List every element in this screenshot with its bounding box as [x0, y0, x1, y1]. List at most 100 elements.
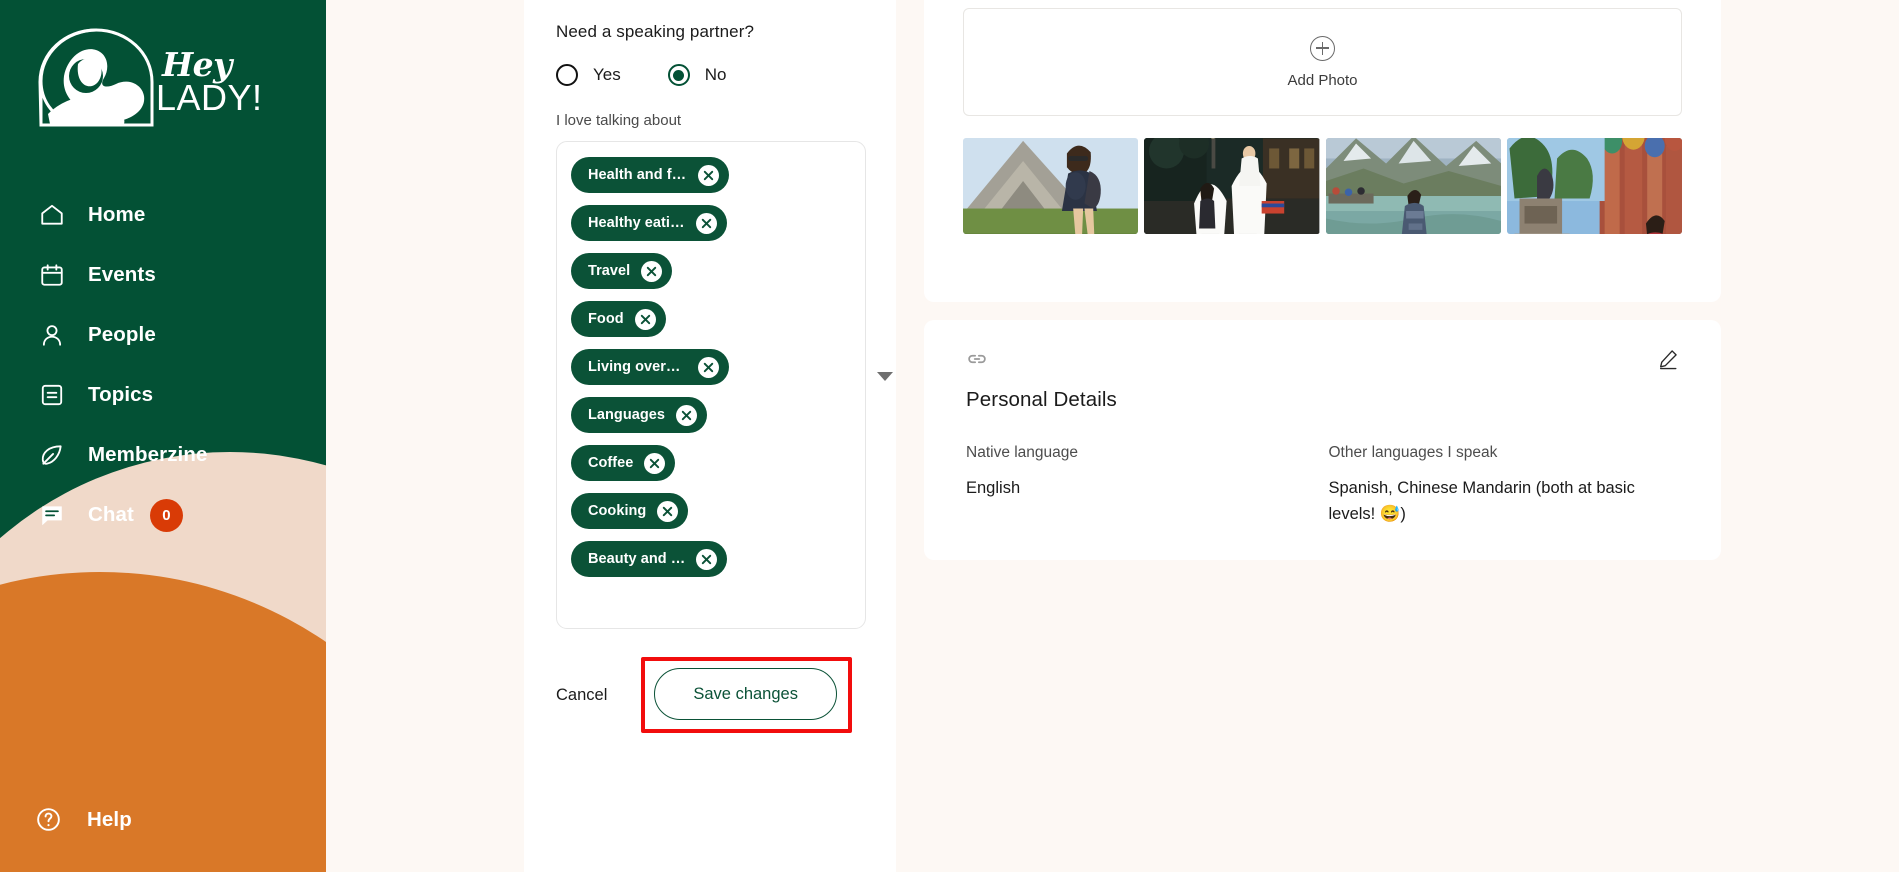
add-photo-button[interactable]: Add Photo: [963, 8, 1682, 116]
detail-label: Other languages I speak: [1328, 444, 1498, 461]
sidebar-item-label: Events: [88, 263, 156, 286]
radio-label: Yes: [593, 65, 621, 84]
list-document-icon: [37, 381, 66, 410]
photo-thumbnail[interactable]: [1144, 138, 1320, 234]
topic-tag-label: Cooking: [588, 503, 647, 519]
sidebar-nav: Home Events People Topics Memberzine Cha…: [0, 190, 326, 540]
speaking-partner-question: Need a speaking partner?: [556, 22, 755, 41]
close-circle-icon[interactable]: [698, 356, 719, 378]
brand-name-script: Hey: [162, 45, 232, 84]
app-root: Hey LADY! Home Events People Topics Memb…: [0, 0, 1899, 872]
brand-name-block: LADY!: [156, 77, 263, 119]
topic-tag[interactable]: Food: [571, 301, 666, 337]
woman-in-front-of-mayan-pyramid: [963, 138, 1139, 234]
sidebar-item-help[interactable]: Help: [0, 805, 132, 834]
profile-edit-form: Need a speaking partner? Yes No I love t…: [524, 0, 896, 872]
radio-option-no[interactable]: No: [667, 64, 727, 86]
close-circle-icon[interactable]: [698, 164, 719, 186]
topic-tag[interactable]: Languages: [571, 397, 707, 433]
calendar-icon: [37, 261, 66, 290]
chat-bubble-icon: [37, 501, 66, 530]
detail-value: Spanish, Chinese Mandarin (both at basic…: [1328, 479, 1635, 523]
sidebar-item-memberzine[interactable]: Memberzine: [0, 430, 326, 480]
radio-label: No: [704, 65, 727, 84]
topic-tag-label: Living overs…: [588, 359, 687, 375]
personal-details-card: Personal Details Native language English…: [924, 320, 1721, 560]
saint-basils-cathedral-moscow: [1506, 138, 1682, 234]
save-button-highlight: Save changes: [641, 657, 852, 733]
topic-tag[interactable]: Beauty and …: [571, 541, 728, 577]
sidebar-item-home[interactable]: Home: [0, 190, 326, 240]
topic-tag-label: Food: [588, 311, 624, 327]
photo-thumbnail[interactable]: [1506, 138, 1682, 234]
person-icon: [37, 321, 66, 350]
profile-preview-panel: Add Photo Personal Details Native langua…: [896, 0, 1899, 872]
close-circle-icon[interactable]: [696, 548, 718, 570]
woman-silhouette-logo-icon: [38, 28, 154, 127]
topic-tag-label: Languages: [588, 407, 665, 423]
plus-circle-icon: [1310, 35, 1335, 61]
topic-tag-label: Health and fi…: [588, 167, 687, 183]
save-changes-button[interactable]: Save changes: [654, 668, 837, 720]
photos-card: Add Photo: [924, 0, 1721, 302]
sidebar-item-topics[interactable]: Topics: [0, 370, 326, 420]
topics-tags-container[interactable]: Health and fi… Healthy eati… Travel Food…: [556, 141, 893, 629]
brand-wordmark: Hey LADY!: [156, 26, 263, 119]
close-circle-icon[interactable]: [634, 308, 656, 330]
topics-tags-list: Health and fi… Healthy eati… Travel Food…: [571, 157, 851, 577]
caret-down-icon[interactable]: [877, 372, 893, 381]
radio-circle-icon: [556, 64, 578, 86]
personal-details-title: Personal Details: [966, 388, 1117, 411]
brand-logo[interactable]: Hey LADY!: [0, 0, 326, 160]
close-circle-icon[interactable]: [644, 452, 666, 474]
close-circle-icon[interactable]: [657, 500, 679, 522]
close-circle-icon[interactable]: [695, 212, 717, 234]
woman-at-mountain-glacier-lake: [1325, 138, 1501, 234]
topic-tag[interactable]: Cooking: [571, 493, 689, 529]
topic-tag[interactable]: Healthy eati…: [571, 205, 727, 241]
topic-tag-label: Travel: [588, 263, 631, 279]
topic-tag[interactable]: Coffee: [571, 445, 676, 481]
pencil-edit-icon[interactable]: [1657, 348, 1679, 375]
personal-details-header: [966, 348, 1679, 375]
topic-tag-label: Coffee: [588, 455, 634, 471]
close-circle-icon[interactable]: [676, 404, 697, 426]
topic-tag[interactable]: Health and fi…: [571, 157, 729, 193]
sidebar-item-chat[interactable]: Chat 0: [0, 490, 326, 540]
sidebar-item-label: Topics: [88, 383, 154, 406]
sidebar-item-label: Chat: [88, 503, 134, 526]
personal-details-fields: Native language English Other languages …: [966, 444, 1679, 527]
chat-unread-badge: 0: [149, 498, 183, 532]
cancel-button[interactable]: Cancel: [556, 686, 607, 705]
speaking-partner-radio-group: Yes No: [556, 64, 866, 86]
sidebar-item-label: Home: [88, 203, 146, 226]
sidebar-item-events[interactable]: Events: [0, 250, 326, 300]
topic-tag[interactable]: Travel: [571, 253, 673, 289]
detail-value: English: [966, 479, 1021, 497]
sidebar-item-label: Memberzine: [88, 443, 208, 466]
question-circle-icon: [34, 805, 63, 834]
detail-field-other-languages: Other languages I speak Spanish, Chinese…: [1323, 444, 1680, 527]
detail-field-native-language: Native language English: [966, 444, 1323, 527]
women-on-white-chairs-at-night-plaza: [1144, 138, 1320, 234]
photo-thumbnail-list: [963, 138, 1682, 234]
home-icon: [37, 201, 66, 230]
sidebar-item-label: Help: [87, 807, 132, 831]
topic-tag-label: Healthy eati…: [588, 215, 685, 231]
close-circle-icon[interactable]: [641, 260, 663, 282]
topics-field-label: I love talking about: [556, 112, 682, 129]
form-action-bar: Cancel Save changes: [524, 657, 896, 733]
photo-thumbnail[interactable]: [1325, 138, 1501, 234]
detail-label: Native language: [966, 444, 1079, 461]
add-photo-label: Add Photo: [1287, 71, 1358, 89]
photo-thumbnail[interactable]: [963, 138, 1139, 234]
radio-circle-selected-icon: [667, 64, 690, 86]
topic-tag[interactable]: Living overs…: [571, 349, 729, 385]
leaf-icon: [37, 441, 66, 470]
radio-option-yes[interactable]: Yes: [556, 64, 621, 86]
sidebar-item-label: People: [88, 323, 156, 346]
link-icon: [966, 348, 988, 375]
sidebar: Hey LADY! Home Events People Topics Memb…: [0, 0, 326, 872]
sidebar-item-people[interactable]: People: [0, 310, 326, 360]
topic-tag-label: Beauty and …: [588, 551, 686, 567]
